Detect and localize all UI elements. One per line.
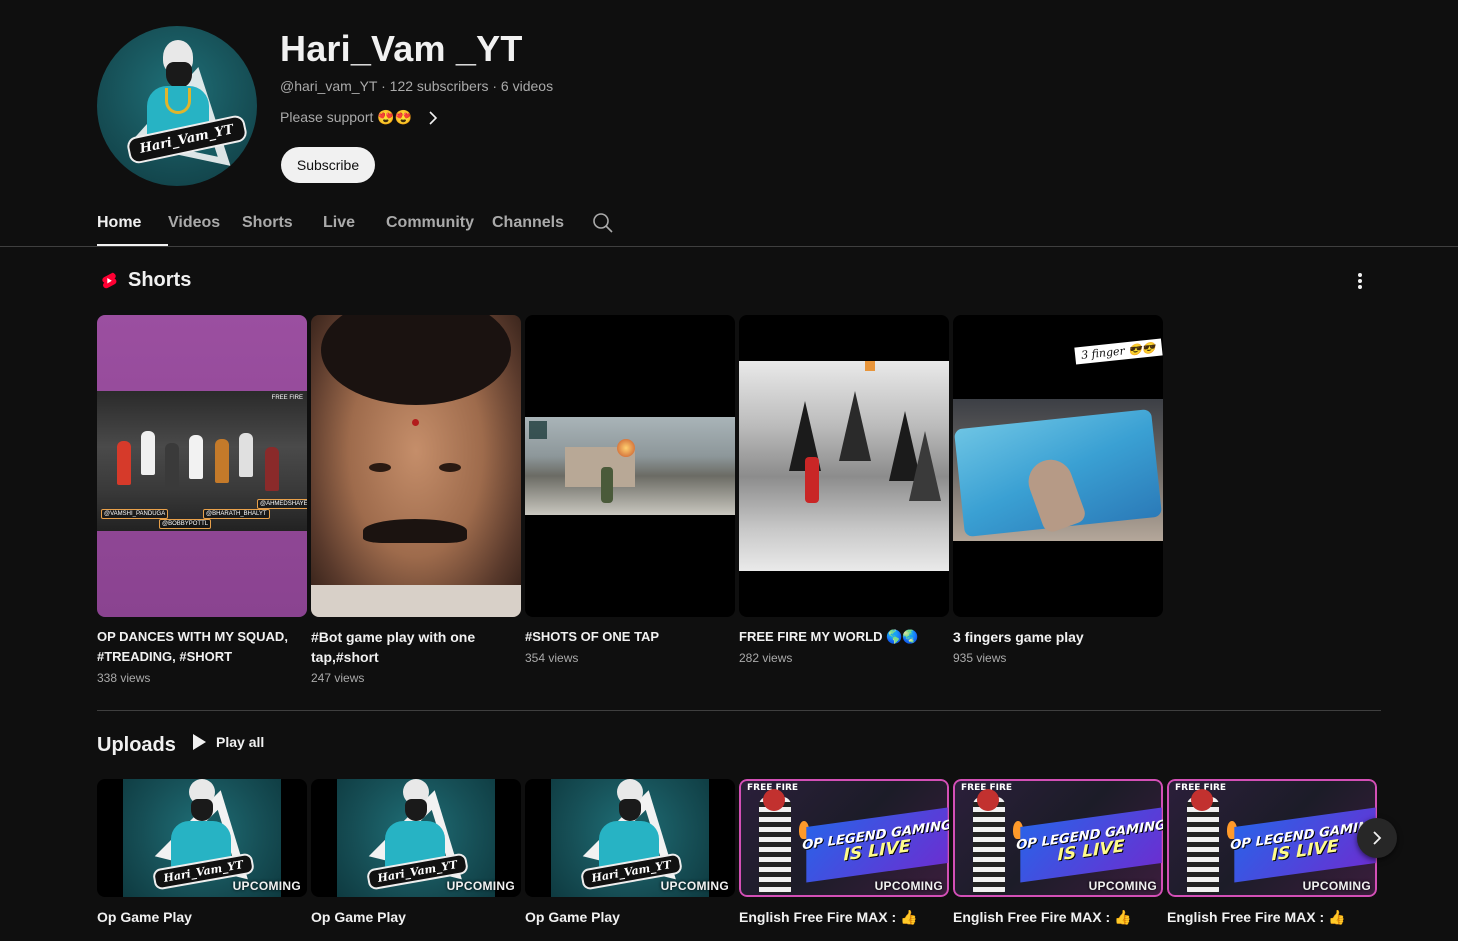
tab-home[interactable]: Home [97, 200, 168, 246]
upcoming-badge: UPCOMING [660, 879, 729, 893]
short-thumbnail[interactable]: @VAMSHI_PANDUGA @BHARATH_BHALYT @BOBBYPO… [97, 315, 307, 617]
tab-live[interactable]: Live [323, 200, 386, 246]
upcoming-badge: UPCOMING [1302, 879, 1371, 893]
upload-thumbnail[interactable]: Hari_Vam_YT UPCOMING [97, 779, 307, 897]
upload-title[interactable]: English Free Fire MAX : 👍 [739, 907, 949, 927]
tab-videos[interactable]: Videos [168, 200, 242, 246]
short-title[interactable]: #SHOTS OF ONE TAP [525, 627, 735, 647]
play-icon [193, 734, 206, 750]
channel-page: Hari_Vam_YT Hari_Vam _YT @hari_vam_YT · … [0, 0, 1458, 941]
upload-title[interactable]: English Free Fire MAX : 👍 [1167, 907, 1377, 927]
upload-card[interactable]: Hari_Vam_YT UPCOMING Op Game Play [97, 779, 307, 927]
short-card[interactable]: 3 finger 😎😎 3 fingers game play 935 view… [953, 315, 1163, 667]
upcoming-badge: UPCOMING [232, 879, 301, 893]
short-views: 935 views [953, 651, 1007, 665]
short-thumbnail[interactable] [525, 315, 735, 617]
short-card[interactable]: #Bot game play with one tap,#short 247 v… [311, 315, 521, 687]
more-vert-icon[interactable] [1352, 271, 1368, 291]
upload-card[interactable]: Hari_Vam_YT UPCOMING Op Game Play [311, 779, 521, 927]
upload-thumbnail[interactable]: FREE FIRE OP LEGEND GAMING IS LIVE UPCOM… [739, 779, 949, 897]
short-thumbnail[interactable] [311, 315, 521, 617]
upcoming-badge: UPCOMING [874, 879, 943, 893]
channel-tabs: Home Videos Shorts Live Community Channe… [97, 200, 582, 246]
chevron-right-icon [1373, 831, 1382, 845]
uploads-section-title[interactable]: Uploads [97, 734, 176, 757]
tab-community[interactable]: Community [386, 200, 492, 246]
upload-card[interactable]: Hari_Vam_YT UPCOMING Op Game Play [525, 779, 735, 927]
channel-avatar[interactable]: Hari_Vam_YT [97, 26, 257, 186]
short-card[interactable]: @VAMSHI_PANDUGA @BHARATH_BHALYT @BOBBYPO… [97, 315, 307, 687]
upload-card[interactable]: FREE FIRE OP LEGEND GAMING IS LIVE UPCOM… [739, 779, 949, 927]
short-title[interactable]: OP DANCES WITH MY SQUAD, #TREADING, #SHO… [97, 627, 307, 667]
channel-meta: @hari_vam_YT · 122 subscribers · 6 video… [280, 78, 554, 94]
search-icon[interactable] [592, 212, 614, 234]
upload-thumbnail[interactable]: Hari_Vam_YT UPCOMING [311, 779, 521, 897]
short-thumbnail-caption: 3 finger 😎😎 [1074, 338, 1163, 365]
short-title[interactable]: 3 fingers game play [953, 627, 1163, 647]
upload-thumbnail[interactable]: FREE FIRE OP LEGEND GAMING IS LIVE UPCOM… [1167, 779, 1377, 897]
short-views: 282 views [739, 651, 793, 665]
short-views: 338 views [97, 671, 151, 685]
short-views: 247 views [311, 671, 365, 685]
short-title[interactable]: #Bot game play with one tap,#short [311, 627, 521, 667]
tab-shorts[interactable]: Shorts [242, 200, 323, 246]
shorts-section-title: Shorts [128, 269, 192, 291]
short-thumbnail[interactable] [739, 315, 949, 617]
upload-title[interactable]: English Free Fire MAX : 👍 [953, 907, 1163, 927]
upcoming-badge: UPCOMING [1088, 879, 1157, 893]
short-views: 354 views [525, 651, 579, 665]
upcoming-badge: UPCOMING [446, 879, 515, 893]
chevron-right-icon [429, 110, 438, 125]
play-all-button[interactable]: Play all [193, 734, 264, 750]
subscribe-button[interactable]: Subscribe [281, 147, 375, 183]
upload-thumbnail[interactable]: FREE FIRE OP LEGEND GAMING IS LIVE UPCOM… [953, 779, 1163, 897]
tabs-divider [0, 246, 1458, 247]
play-all-label: Play all [216, 734, 265, 750]
channel-description[interactable]: Please support 😍😍 [280, 109, 438, 126]
short-title[interactable]: FREE FIRE MY WORLD 🌎🌏 [739, 627, 949, 647]
upload-title[interactable]: Op Game Play [97, 907, 307, 927]
upload-card[interactable]: FREE FIRE OP LEGEND GAMING IS LIVE UPCOM… [953, 779, 1163, 927]
channel-description-text: Please support 😍😍 [280, 109, 413, 125]
upload-card[interactable]: FREE FIRE OP LEGEND GAMING IS LIVE UPCOM… [1167, 779, 1377, 927]
upload-title[interactable]: Op Game Play [525, 907, 735, 927]
upload-title[interactable]: Op Game Play [311, 907, 521, 927]
short-thumbnail[interactable]: 3 finger 😎😎 [953, 315, 1163, 617]
short-card[interactable]: #SHOTS OF ONE TAP 354 views [525, 315, 735, 667]
upload-thumbnail[interactable]: Hari_Vam_YT UPCOMING [525, 779, 735, 897]
shorts-icon [102, 272, 117, 289]
short-card[interactable]: FREE FIRE MY WORLD 🌎🌏 282 views [739, 315, 949, 667]
section-divider [97, 710, 1381, 711]
tab-channels[interactable]: Channels [492, 200, 582, 246]
carousel-next-button[interactable] [1357, 818, 1397, 858]
channel-name: Hari_Vam _YT [280, 28, 523, 69]
